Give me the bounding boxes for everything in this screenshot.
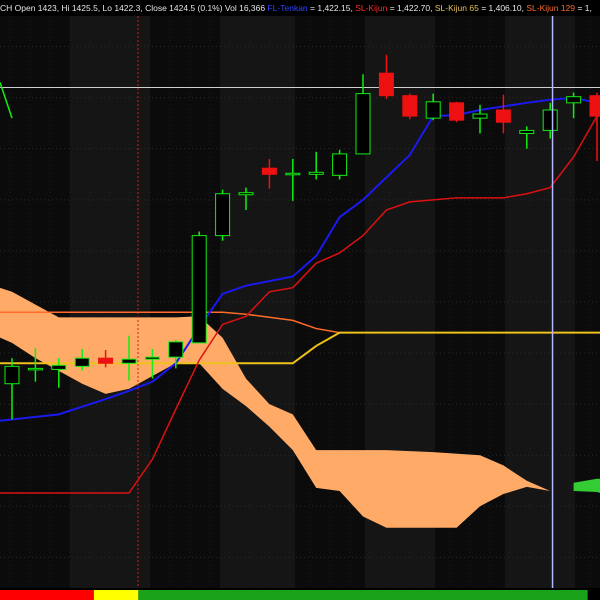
candle-body <box>4 365 20 385</box>
candle-body <box>168 341 184 358</box>
candle-body <box>589 95 600 117</box>
candle-body <box>378 72 394 97</box>
header-item-label: FL-Tenkan <box>267 3 308 13</box>
candle-body <box>191 235 207 344</box>
chart-canvas[interactable] <box>0 0 600 600</box>
candle-body <box>98 357 114 364</box>
candle-body <box>144 356 160 360</box>
candle-body <box>425 101 441 119</box>
header-item-value: = 1,422.15, <box>310 3 353 13</box>
chart-band <box>220 16 295 588</box>
candle-body <box>215 193 231 237</box>
header-item-value: = 1,406.10, <box>481 3 524 13</box>
candle-body <box>402 95 418 117</box>
candle-body <box>519 129 535 134</box>
candle-body <box>51 364 67 370</box>
header-item-label: SL-Kijun 129 <box>526 3 576 13</box>
session-bar-segment <box>93 590 139 600</box>
candle-body <box>495 109 511 123</box>
header-item-label: SL-Kijun <box>355 3 388 13</box>
candle-body <box>261 167 277 175</box>
header-bar: CH Open 1423, Hi 1425.5, Lo 1422.3, Clos… <box>0 0 600 16</box>
session-bar-segment <box>138 590 588 600</box>
chart-root: CH Open 1423, Hi 1425.5, Lo 1422.3, Clos… <box>0 0 600 600</box>
candle-body <box>285 172 301 176</box>
header-symbol-info: CH Open 1423, Hi 1425.5, Lo 1422.3, Clos… <box>0 3 266 13</box>
candle-body <box>566 96 582 104</box>
session-bar-segment <box>0 590 94 600</box>
candle-body <box>27 367 43 371</box>
candle-body <box>332 153 348 176</box>
candle-body <box>472 113 488 119</box>
header-item-value: = 1,422.70, <box>389 3 433 13</box>
candle-body <box>238 192 254 196</box>
candle-body <box>449 102 465 121</box>
candle-body <box>355 93 371 155</box>
header-item-value: = 1, <box>577 3 592 13</box>
candle-body <box>74 357 90 367</box>
candle-body <box>121 358 137 364</box>
candle-body <box>308 171 324 175</box>
header-item-label: SL-Kijun 65 <box>434 3 479 13</box>
candle-body <box>542 109 558 131</box>
